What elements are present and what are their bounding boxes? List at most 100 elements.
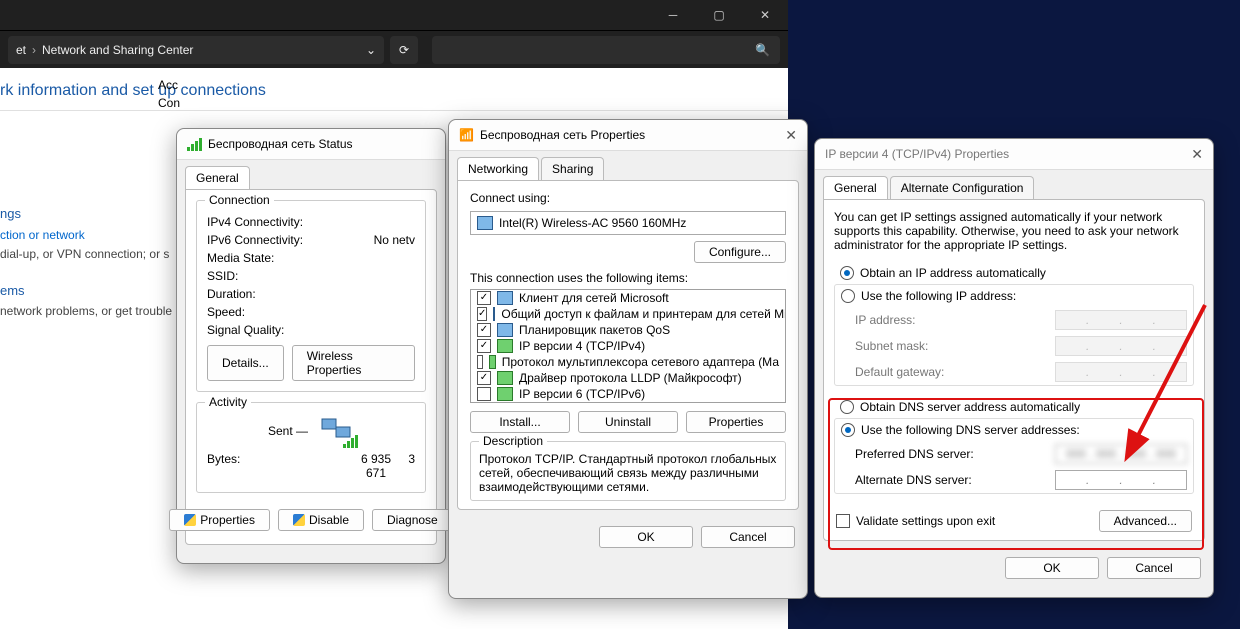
dialog-footer: OK Cancel [815, 549, 1213, 591]
item-properties-button[interactable]: Properties [686, 411, 786, 433]
details-button[interactable]: Details... [207, 345, 284, 381]
list-item[interactable]: Протокол мультиплексора сетевого адаптер… [471, 354, 785, 370]
checkbox-icon[interactable]: ✓ [477, 291, 491, 305]
dialog-titlebar: 📶 Беспроводная сеть Properties ✕ [449, 120, 807, 151]
dialog-title: Беспроводная сеть Status [208, 137, 435, 151]
checkbox-icon[interactable]: ✓ [477, 371, 491, 385]
close-button[interactable]: ✕ [742, 0, 788, 30]
checkbox-icon[interactable] [477, 355, 483, 369]
protocol-icon [497, 339, 513, 353]
checkbox-icon[interactable]: ✓ [477, 323, 491, 337]
ip-address-input: ... [1055, 310, 1187, 330]
label: Subnet mask: [855, 339, 928, 353]
section-header: ems [0, 275, 176, 302]
adapter-name: Intel(R) Wireless-AC 9560 160MHz [499, 216, 686, 230]
nic-icon [497, 323, 513, 337]
nic-icon [497, 291, 513, 305]
ok-button[interactable]: OK [599, 526, 693, 548]
list-item-label: Общий доступ к файлам и принтерам для се… [501, 307, 786, 321]
tab-sharing[interactable]: Sharing [541, 157, 604, 180]
tab-general[interactable]: General [185, 166, 250, 189]
search-icon: 🔍 [755, 43, 770, 57]
tab-general[interactable]: General [823, 176, 888, 199]
maximize-button[interactable]: ▢ [696, 0, 742, 30]
group-legend: Description [479, 434, 547, 448]
validate-checkbox[interactable]: Validate settings upon exit [836, 514, 995, 528]
radio-obtain-ip[interactable]: Obtain an IP address automatically [834, 262, 1194, 284]
label: IP address: [855, 313, 915, 327]
wireless-properties-button[interactable]: Wireless Properties [292, 345, 415, 381]
sidebar-link-connection[interactable]: ction or network [0, 225, 176, 245]
list-item-label: Клиент для сетей Microsoft [519, 291, 669, 305]
dialog-title: Беспроводная сеть Properties [480, 128, 785, 142]
connection-items-list[interactable]: ✓ Клиент для сетей Microsoft ✓ Общий доступ… [470, 289, 786, 403]
checkbox-icon [836, 514, 850, 528]
tab-panel: Connect using: Intel(R) Wireless-AC 9560… [457, 180, 799, 510]
label: Connect using: [464, 189, 792, 207]
wifi-status-dialog: Беспроводная сеть Status General Connect… [176, 128, 446, 564]
cp-navbar: et › Network and Sharing Center ⌄ ⟳ 🔍 [0, 30, 788, 69]
list-item[interactable]: ✓ Общий доступ к файлам и принтерам для с… [471, 306, 785, 322]
list-item-label: Планировщик пакетов QoS [519, 323, 670, 337]
list-item[interactable]: ✓ Планировщик пакетов QoS [471, 322, 785, 338]
tab-networking[interactable]: Networking [457, 157, 539, 180]
dialog-footer: OK Cancel [449, 518, 807, 560]
label: Media State: [207, 251, 357, 265]
label: Preferred DNS server: [855, 447, 974, 461]
alternate-dns-input[interactable]: ... [1055, 470, 1187, 490]
group-legend: Connection [205, 193, 274, 207]
dialog-titlebar: IP версии 4 (TCP/IPv4) Properties ✕ [815, 139, 1213, 170]
close-button[interactable]: ✕ [785, 127, 797, 144]
list-item-label: Протокол мультиплексора сетевого адаптер… [502, 355, 779, 369]
protocol-icon [489, 355, 496, 369]
properties-button[interactable]: Properties [169, 509, 270, 531]
close-button[interactable]: ✕ [1191, 146, 1203, 163]
radio-icon [840, 400, 854, 414]
cp-sidebar: ngs ction or network dial-up, or VPN con… [0, 198, 176, 332]
tab-panel: Connection IPv4 Connectivity: IPv6 Conne… [185, 189, 437, 545]
chevron-right-icon: › [32, 43, 36, 57]
advanced-button[interactable]: Advanced... [1099, 510, 1192, 532]
uninstall-button[interactable]: Uninstall [578, 411, 678, 433]
tab-alternate-config[interactable]: Alternate Configuration [890, 176, 1035, 199]
sent-label: Sent — [268, 424, 308, 438]
label: Acc [158, 78, 180, 96]
list-item-label: Драйвер протокола LLDP (Майкрософт) [519, 371, 742, 385]
crumb-segment[interactable]: Network and Sharing Center [42, 43, 193, 57]
configure-button[interactable]: Configure... [694, 241, 786, 263]
intro-text: You can get IP settings assigned automat… [834, 210, 1194, 262]
label: Con [158, 96, 180, 110]
cancel-button[interactable]: Cancel [1107, 557, 1201, 579]
list-item[interactable]: ✓ Клиент для сетей Microsoft [471, 290, 785, 306]
diagnose-button[interactable]: Diagnose [372, 509, 453, 531]
adapter-properties-dialog: 📶 Беспроводная сеть Properties ✕ Network… [448, 119, 808, 599]
crumb-segment[interactable]: et [16, 43, 26, 57]
chevron-down-icon[interactable]: ⌄ [366, 43, 376, 57]
dialog-title: IP версии 4 (TCP/IPv4) Properties [825, 147, 1191, 161]
preferred-dns-input[interactable]: 000 . 000 . 000 . 000 [1055, 444, 1187, 464]
cp-right-labels: Acc Con [158, 78, 180, 110]
cp-search-box[interactable]: 🔍 [432, 36, 780, 64]
list-item[interactable]: ✓IP версии 4 (TCP/IPv4) [471, 338, 785, 354]
list-item[interactable]: ✓ Драйвер протокола LLDP (Майкрософт) [471, 370, 785, 386]
group-connection: Connection IPv4 Connectivity: IPv6 Conne… [196, 200, 426, 392]
section-header: ngs [0, 198, 176, 225]
group-legend: Activity [205, 395, 251, 409]
checkbox-icon[interactable]: ✓ [477, 307, 487, 321]
checkbox-icon[interactable]: ✓ [477, 339, 491, 353]
checkbox-icon[interactable] [477, 387, 491, 401]
breadcrumb[interactable]: et › Network and Sharing Center ⌄ [8, 36, 384, 64]
label: This connection uses the following items… [464, 265, 792, 285]
install-button[interactable]: Install... [470, 411, 570, 433]
radio-use-dns[interactable]: Use the following DNS server addresses: [835, 419, 1193, 441]
radio-use-ip[interactable]: Use the following IP address: [835, 285, 1193, 307]
label: Signal Quality: [207, 323, 357, 337]
list-item[interactable]: IP версии 6 (TCP/IPv6) [471, 386, 785, 402]
refresh-button[interactable]: ⟳ [390, 36, 418, 64]
minimize-button[interactable]: ─ [650, 0, 696, 30]
disable-button[interactable]: Disable [278, 509, 364, 531]
ok-button[interactable]: OK [1005, 557, 1099, 579]
radio-obtain-dns[interactable]: Obtain DNS server address automatically [834, 396, 1194, 418]
cancel-button[interactable]: Cancel [701, 526, 795, 548]
group-activity: Activity Sent — Bytes: 6 935 671 3 [196, 402, 426, 493]
